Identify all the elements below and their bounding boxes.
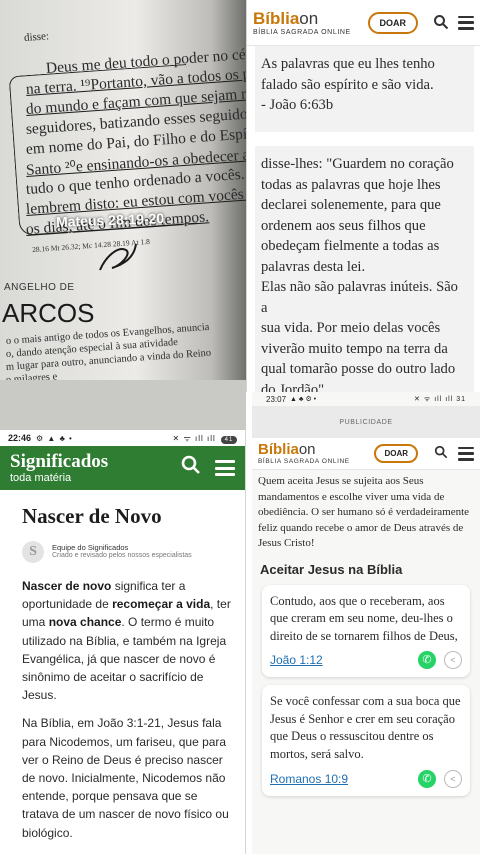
share-icon[interactable]: < — [444, 651, 462, 670]
biblia-on-header: Bíbliaon BÍBLIA SAGRADA ONLINE DOAR — [252, 438, 480, 470]
menu-icon[interactable] — [458, 15, 474, 30]
signature-doodle-icon — [99, 243, 137, 271]
biblia-on-top-panel: Bíbliaon BÍBLIA SAGRADA ONLINE DOAR As p… — [246, 0, 480, 392]
logo-text: Bíblia — [253, 8, 300, 28]
logo-text: Bíblia — [258, 440, 299, 458]
ad-banner: PUBLICIDADE — [252, 406, 480, 438]
avatar: S — [22, 541, 44, 563]
status-time: 23:07 — [266, 394, 287, 404]
significados-panel: 22:46 ⚙ ▲ ♣ • ✕ ᯤ ıll ıll 41 Significado… — [0, 430, 246, 854]
logo-on-text: on — [298, 440, 316, 458]
article-paragraph: Na Bíblia, em João 3:1-21, Jesus fala pa… — [22, 716, 229, 840]
gospel-section-label: ANGELHO DE — [4, 282, 75, 293]
logo-subtitle: toda matéria — [10, 472, 72, 484]
page-title: Nascer de Novo — [22, 504, 162, 528]
logo-subtitle: BÍBLIA SAGRADA ONLINE — [258, 457, 350, 465]
biblia-on-header: Bíbliaon BÍBLIA SAGRADA ONLINE DOAR — [247, 0, 480, 46]
whatsapp-share-icon[interactable]: ✆ — [418, 769, 436, 788]
verse-block: As palavras que eu lhes tenho falado são… — [255, 46, 474, 132]
author-description: Criado e revisado pelos nossos especiali… — [52, 552, 192, 560]
donate-button[interactable]: DOAR — [374, 444, 418, 463]
intro-text: Quem aceita Jesus se sujeita aos Seus ma… — [258, 475, 470, 549]
bold-term: Nascer de novo — [22, 579, 112, 593]
verse-text: As palavras que eu lhes tenho falado são… — [261, 56, 435, 113]
search-icon[interactable] — [432, 14, 450, 32]
verse-card: Se você confessar com a sua boca que Jes… — [262, 685, 470, 796]
bold-term: recomeçar a vida — [112, 597, 211, 612]
menu-icon[interactable] — [215, 460, 235, 476]
logo-on-text: on — [299, 8, 319, 28]
search-icon[interactable] — [181, 455, 201, 481]
donate-button[interactable]: DOAR — [367, 11, 418, 34]
biblia-on-logo[interactable]: Bíbliaon BÍBLIA SAGRADA ONLINE — [258, 442, 374, 466]
photo-bottom-edge — [0, 380, 246, 430]
verse-text: Contudo, aos que o receberam, aos que cr… — [270, 593, 458, 643]
notification-icons: ▲ ♣ ⚙ • — [290, 396, 317, 403]
section-heading: Aceitar Jesus na Bíblia — [260, 561, 403, 577]
status-bar: 22:46 ⚙ ▲ ♣ • ✕ ᯤ ıll ıll 41 — [0, 430, 245, 446]
menu-icon[interactable] — [458, 446, 474, 461]
article-body: Nascer de novo significa ter a oportunid… — [22, 577, 235, 842]
battery-icon: 31 — [456, 395, 466, 403]
significados-header: Significados toda matéria — [0, 446, 245, 490]
verse-text: Se você confessar com a sua boca que Jes… — [270, 694, 461, 762]
share-icon[interactable]: < — [444, 769, 462, 788]
verse-block: disse-lhes: "Guardem no coração todas as… — [255, 146, 474, 392]
verse-text: disse-lhes: "Guardem no coração todas as… — [261, 156, 458, 392]
logo-subtitle: BÍBLIA SAGRADA ONLINE — [253, 28, 351, 36]
author-name[interactable]: Equipe do Significados — [52, 543, 192, 552]
article-paragraph: Nascer de novo significa ter a oportunid… — [22, 577, 235, 704]
status-bar: 23:07 ▲ ♣ ⚙ • ✕ ᯤ ıll ıll 31 — [252, 392, 480, 406]
system-icons: ✕ ᯤ ıll ıll 41 — [173, 433, 237, 444]
status-time: 22:46 — [8, 433, 32, 443]
gospel-section-title: ARCOS — [2, 298, 95, 328]
verse-card: Contudo, aos que o receberam, aos que cr… — [262, 584, 470, 678]
whatsapp-share-icon[interactable]: ✆ — [418, 651, 436, 670]
logo-title: Significados — [10, 451, 109, 472]
verse-reference-link[interactable]: João 1:12 — [270, 653, 418, 667]
notification-icons: ⚙ ▲ ♣ • — [36, 433, 73, 443]
biblia-on-logo[interactable]: Bíbliaon BÍBLIA SAGRADA ONLINE — [253, 10, 368, 36]
biblia-on-bottom-panel: 23:07 ▲ ♣ ⚙ • ✕ ᯤ ıll ıll 31 PUBLICIDADE… — [252, 392, 480, 854]
verse-reference-link[interactable]: Romanos 10:9 — [270, 772, 418, 786]
significados-logo[interactable]: Significados toda matéria — [10, 452, 181, 484]
author-row: S Equipe do Significados Criado e revisa… — [22, 541, 245, 563]
bible-photo-panel: disse: Deus me deu todo o poder no céu e… — [0, 0, 246, 430]
search-icon[interactable] — [432, 445, 450, 463]
system-icons: ✕ ᯤ ıll ıll 31 — [414, 395, 466, 403]
bold-term: nova chance — [48, 615, 122, 630]
battery-icon: 41 — [221, 435, 237, 444]
verse-line: disse: — [23, 30, 50, 44]
